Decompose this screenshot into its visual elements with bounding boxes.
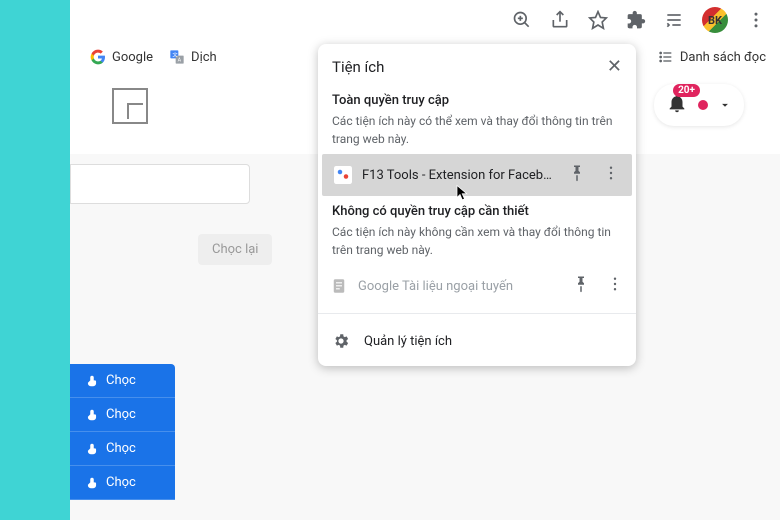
gear-icon	[332, 332, 350, 350]
poke-icon	[84, 476, 100, 490]
f13-icon	[334, 166, 352, 184]
search-input[interactable]	[70, 164, 250, 204]
list-icon	[658, 49, 674, 65]
extension-gdocs-label: Google Tài liệu ngoại tuyến	[358, 279, 562, 294]
more-icon[interactable]	[606, 275, 624, 297]
pin-icon[interactable]	[572, 275, 590, 297]
extension-gdocs[interactable]: Google Tài liệu ngoại tuyến	[318, 265, 636, 307]
section-full-desc: Các tiện ích này có thể xem và thay đổi …	[332, 112, 622, 148]
extension-f13-label: F13 Tools - Extension for Faceb…	[362, 168, 558, 183]
browser-window: BK Google 文A Dịch Danh sách đọc Chọc lại…	[70, 0, 780, 520]
avatar[interactable]: BK	[702, 7, 728, 33]
popup-title: Tiện ích	[332, 58, 384, 76]
notification-tray[interactable]: 20+	[654, 84, 744, 126]
reading-list-label: Danh sách đọc	[680, 50, 766, 65]
close-button[interactable]: ✕	[607, 56, 622, 77]
zoom-icon[interactable]	[512, 10, 532, 30]
google-icon	[90, 49, 106, 65]
action-column: Chọc Chọc Chọc Chọc	[70, 364, 175, 500]
more-icon[interactable]	[602, 164, 620, 186]
poke-icon	[84, 408, 100, 422]
poke-icon	[84, 374, 100, 388]
gdocs-icon	[330, 277, 348, 295]
extensions-popup: Tiện ích ✕ Toàn quyền truy cập Các tiện …	[318, 44, 636, 366]
star-icon[interactable]	[588, 10, 608, 30]
section-none-desc: Các tiện ích này không cần xem và thay đ…	[332, 223, 622, 259]
poke-button-4[interactable]: Chọc	[70, 466, 175, 500]
share-icon[interactable]	[550, 10, 570, 30]
manage-extensions[interactable]: Quản lý tiện ích	[318, 320, 636, 362]
bookmark-google-label: Google	[112, 50, 153, 65]
manage-label: Quản lý tiện ích	[364, 334, 452, 349]
bookmark-dich[interactable]: 文A Dịch	[169, 49, 217, 65]
poke-button-2[interactable]: Chọc	[70, 398, 175, 432]
section-none-title: Không có quyền truy cập cần thiết	[332, 204, 622, 219]
chevron-down-icon[interactable]	[718, 98, 732, 112]
extensions-icon[interactable]	[626, 10, 646, 30]
app-logo	[112, 88, 148, 124]
pin-icon[interactable]	[568, 164, 586, 186]
translate-icon: 文A	[169, 49, 185, 65]
poke-button-1[interactable]: Chọc	[70, 364, 175, 398]
svg-text:A: A	[178, 58, 182, 64]
browser-toolbar: BK	[70, 0, 780, 40]
reading-list-button[interactable]: Danh sách đọc	[658, 49, 766, 65]
poke-icon	[84, 442, 100, 456]
bell-icon[interactable]: 20+	[666, 92, 688, 118]
poke-button-3[interactable]: Chọc	[70, 432, 175, 466]
bookmark-dich-label: Dịch	[191, 50, 217, 65]
status-dot	[698, 100, 708, 110]
notification-badge: 20+	[673, 84, 700, 97]
divider	[318, 313, 636, 314]
extension-f13[interactable]: F13 Tools - Extension for Faceb…	[322, 154, 632, 196]
reset-button[interactable]: Chọc lại	[198, 234, 272, 265]
section-full-title: Toàn quyền truy cập	[332, 93, 622, 108]
reading-list-icon[interactable]	[664, 10, 684, 30]
menu-dots-icon[interactable]	[746, 10, 766, 30]
bookmark-google[interactable]: Google	[90, 49, 153, 65]
